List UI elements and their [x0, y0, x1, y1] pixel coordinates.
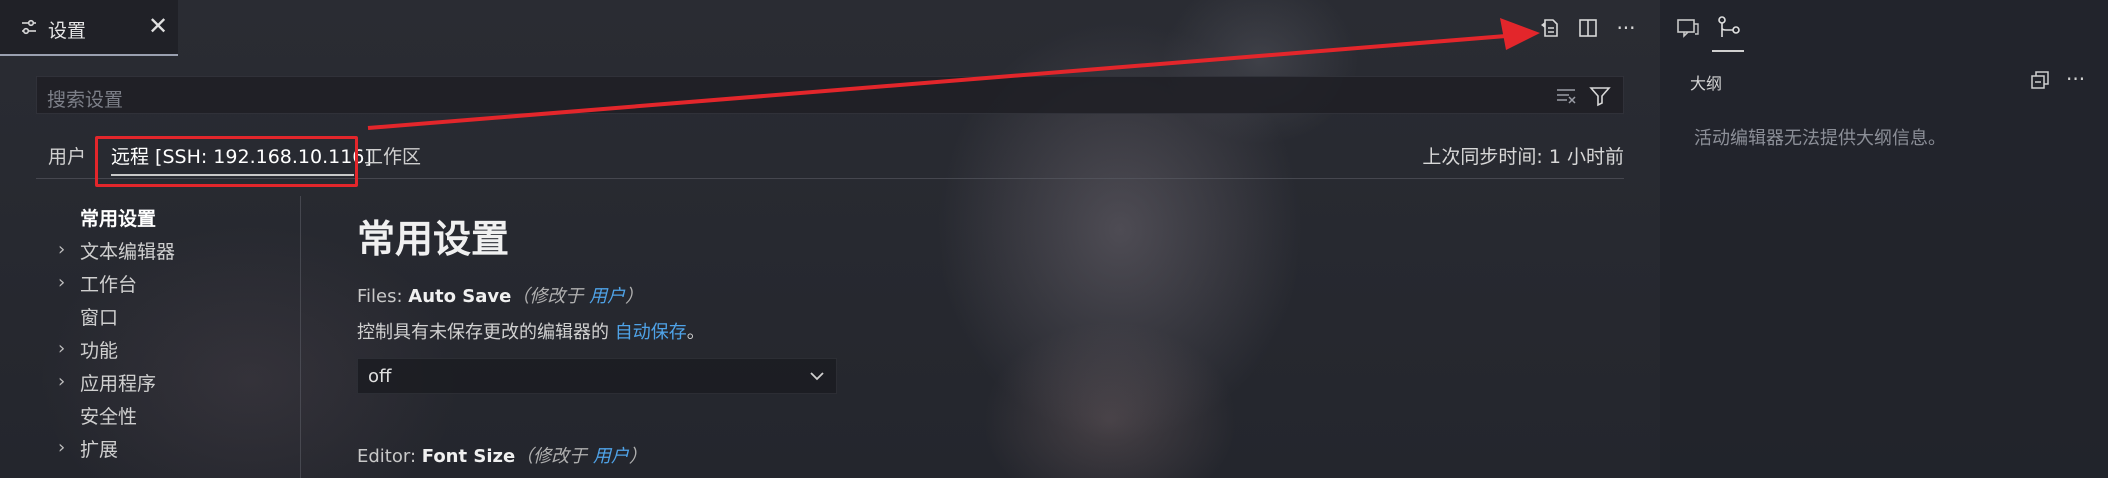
- toc-item-extensions[interactable]: › 扩展: [36, 433, 300, 463]
- description-text: 控制具有未保存更改的编辑器的: [357, 322, 615, 343]
- vscode-window: 设置 ✕ ··· 搜索设置 用户 远程 [SSH: 192.168.10.116…: [0, 0, 2108, 478]
- toc-item-common[interactable]: 常用设置: [36, 202, 300, 232]
- collapse-all-icon[interactable]: [2030, 70, 2050, 90]
- modified-indicator: （修改于: [511, 286, 590, 307]
- toc-item-workbench[interactable]: › 工作台: [36, 268, 300, 298]
- autosave-select[interactable]: off: [357, 358, 837, 394]
- filter-icon[interactable]: [1589, 85, 1611, 107]
- annotation-highlight-box: [95, 136, 358, 187]
- description-end: 。: [686, 322, 705, 343]
- toc-item-application[interactable]: › 应用程序: [36, 367, 300, 397]
- active-panel-underline: [1712, 50, 1744, 52]
- open-settings-json-icon[interactable]: [1536, 14, 1564, 42]
- chevron-right-icon: ›: [58, 437, 66, 458]
- toc-item-window[interactable]: 窗口: [36, 301, 300, 331]
- modified-in-user-link[interactable]: 用户: [589, 286, 625, 307]
- tab-workspace[interactable]: 工作区: [364, 142, 421, 169]
- outline-empty-message: 活动编辑器无法提供大纲信息。: [1694, 128, 1946, 149]
- setting-category: Editor:: [357, 446, 422, 467]
- toc-item-features[interactable]: › 功能: [36, 334, 300, 364]
- secondary-sidebar: 大纲 ··· 活动编辑器无法提供大纲信息。: [1660, 0, 2108, 478]
- toc-item-label: 安全性: [80, 406, 138, 428]
- modified-in-user-link[interactable]: 用户: [593, 446, 629, 467]
- autosave-link[interactable]: 自动保存: [615, 322, 687, 343]
- tab-title: 设置: [48, 20, 87, 42]
- more-actions-icon[interactable]: ···: [2066, 68, 2088, 90]
- settings-icon: [22, 19, 36, 35]
- chevron-down-icon: [810, 372, 824, 381]
- chevron-right-icon: ›: [58, 239, 66, 260]
- tab-user[interactable]: 用户: [48, 142, 86, 169]
- toc-item-label: 窗口: [80, 307, 119, 329]
- modified-indicator-close: ）: [625, 286, 644, 307]
- split-editor-icon[interactable]: [1574, 14, 1602, 42]
- setting-name: Auto Save: [408, 286, 512, 307]
- sync-status: 上次同步时间: 1 小时前: [1422, 146, 1624, 168]
- toc-item-text-editor[interactable]: › 文本编辑器: [36, 235, 300, 265]
- chat-icon[interactable]: [1674, 14, 1702, 42]
- settings-tab[interactable]: 设置 ✕: [0, 0, 178, 56]
- toc-item-label: 文本编辑器: [80, 241, 176, 263]
- editor-tab-bar: 设置 ✕ ···: [0, 0, 1660, 56]
- chevron-right-icon: ›: [58, 338, 66, 359]
- modified-indicator-close: ）: [628, 446, 647, 467]
- clear-search-icon[interactable]: [1555, 86, 1577, 106]
- settings-search-input[interactable]: 搜索设置: [36, 76, 1624, 114]
- modified-indicator: （修改于: [515, 446, 593, 467]
- settings-content: 常用设置 Files: Auto Save（修改于 用户） 控制具有未保存更改的…: [357, 196, 1624, 478]
- toc-item-label: 工作台: [80, 274, 138, 296]
- setting-autosave-title: Files: Auto Save（修改于 用户）: [357, 282, 643, 308]
- toc-item-security[interactable]: 安全性: [36, 400, 300, 430]
- close-icon[interactable]: ✕: [146, 14, 170, 38]
- more-actions-icon[interactable]: ···: [1612, 14, 1640, 42]
- toc-item-label: 扩展: [80, 439, 119, 461]
- setting-fontsize-title: Editor: Font Size（修改于 用户）: [357, 442, 647, 468]
- settings-toc: 常用设置 › 文本编辑器 › 工作台 窗口 › 功能 › 应用程序 安全性 › …: [36, 196, 301, 478]
- toc-item-label: 应用程序: [80, 373, 157, 395]
- outline-header: 大纲: [1690, 74, 1723, 93]
- toc-item-label: 功能: [80, 340, 119, 362]
- select-value: off: [368, 366, 392, 387]
- chevron-right-icon: ›: [58, 272, 66, 293]
- source-control-icon[interactable]: [1714, 14, 1744, 42]
- setting-autosave-description: 控制具有未保存更改的编辑器的 自动保存。: [357, 318, 705, 344]
- chevron-right-icon: ›: [58, 371, 66, 392]
- section-title: 常用设置: [357, 217, 510, 261]
- toc-item-label: 常用设置: [80, 208, 157, 230]
- search-placeholder: 搜索设置: [47, 89, 124, 111]
- setting-name: Font Size: [421, 446, 516, 467]
- setting-category: Files:: [357, 286, 409, 307]
- editor-area: 设置 ✕ ··· 搜索设置 用户 远程 [SSH: 192.168.10.116…: [0, 0, 1660, 478]
